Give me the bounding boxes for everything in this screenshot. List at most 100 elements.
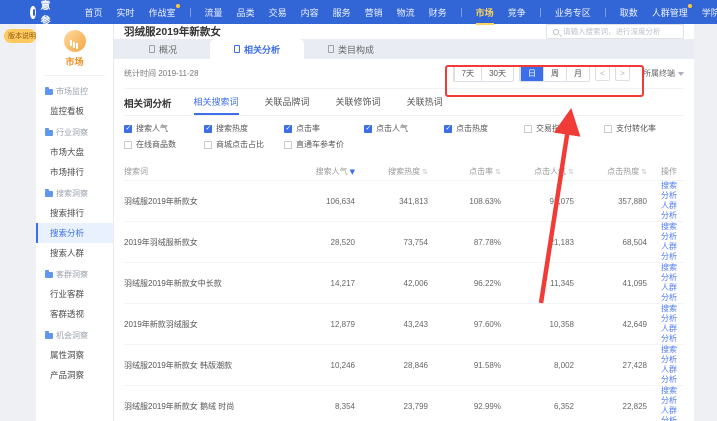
metric-checkbox[interactable]: 商城点击占比: [204, 139, 284, 150]
search-analysis-link[interactable]: 搜索分析: [661, 263, 684, 283]
metric-checkbox[interactable]: 点击率: [284, 123, 364, 134]
metric-checkbox[interactable]: 交易指数: [524, 123, 604, 134]
nav-item[interactable]: 物流: [397, 6, 415, 19]
column-label: 操作: [661, 166, 677, 177]
terminal-filter[interactable]: 所属终端: [643, 68, 684, 79]
sidebar-item[interactable]: 客群透视: [36, 304, 113, 324]
nav-item[interactable]: 内容: [301, 6, 319, 19]
metric-label: 搜索人气: [136, 123, 168, 134]
brand[interactable]: 生意参谋: [30, 0, 59, 42]
sidebar-item[interactable]: 市场排行: [36, 162, 113, 182]
chevron-down-icon: [678, 72, 684, 76]
folder-icon: [45, 130, 53, 136]
sidebar-item[interactable]: 行业客群: [36, 284, 113, 304]
sidebar-item[interactable]: 搜索分析: [36, 223, 113, 243]
column-header[interactable]: 点击热度 ⇅: [574, 166, 647, 177]
crowd-analysis-link[interactable]: 人群分析: [661, 406, 684, 421]
nav-item[interactable]: 学院: [702, 6, 717, 19]
analysis-subtab[interactable]: 关联品牌词: [265, 95, 310, 115]
sidebar-item-label: 客群透视: [50, 308, 84, 320]
crowd-analysis-link[interactable]: 人群分析: [661, 324, 684, 344]
nav-item[interactable]: 人群管理: [652, 6, 688, 19]
nav-item[interactable]: 服务: [333, 6, 351, 19]
range-button[interactable]: 30天: [481, 66, 513, 81]
search-analysis-link[interactable]: 搜索分析: [661, 222, 684, 242]
sidebar-item[interactable]: 监控看板: [36, 101, 113, 121]
table-row: 羽绒服2019年新款女 鹅绒 时尚 8,354 23,799 92.99% 6,…: [124, 385, 684, 421]
main-tab[interactable]: 类目构成: [304, 39, 398, 59]
nav-item[interactable]: 流量: [205, 6, 223, 19]
next-period-button[interactable]: >: [615, 66, 630, 81]
nav-item[interactable]: 财务: [429, 6, 447, 19]
metric-checkbox[interactable]: 支付转化率: [604, 123, 684, 134]
checkbox-icon: [444, 125, 452, 133]
crowd-analysis-link[interactable]: 人群分析: [661, 242, 684, 262]
folder-icon: [45, 272, 53, 278]
search-input[interactable]: [563, 27, 677, 36]
nav-item[interactable]: 交易: [269, 6, 287, 19]
sidebar-item[interactable]: 搜索人群: [36, 243, 113, 263]
crowd-analysis-link[interactable]: 人群分析: [661, 283, 684, 303]
metric-checkbox[interactable]: 点击热度: [444, 123, 524, 134]
cell-click-rate: 91.58%: [428, 361, 501, 370]
nav-item[interactable]: 市场: [476, 6, 494, 19]
cell-click-popularity: 91,075: [501, 197, 574, 206]
range-button-group: 7天 30天: [453, 65, 514, 82]
nav-item[interactable]: 营销: [365, 6, 383, 19]
sidebar-item[interactable]: 产品洞察: [36, 365, 113, 385]
range-button[interactable]: 7天: [454, 66, 481, 81]
search-analysis-link[interactable]: 搜索分析: [661, 386, 684, 406]
nav-item[interactable]: 竞争: [508, 6, 526, 19]
cell-search-heat: 23,799: [355, 402, 428, 411]
metric-checkbox[interactable]: 搜索热度: [204, 123, 284, 134]
analysis-subtab[interactable]: 关联修饰词: [336, 95, 381, 115]
column-header[interactable]: 点击率 ⇅: [428, 166, 501, 177]
sidebar-item[interactable]: 属性洞察: [36, 345, 113, 365]
sidebar-item: 机会洞察: [36, 326, 113, 345]
nav-item: [605, 8, 606, 17]
granularity-button[interactable]: 日: [520, 66, 543, 81]
cell-actions: 搜索分析 人群分析: [647, 304, 684, 344]
crowd-analysis-link[interactable]: 人群分析: [661, 201, 684, 221]
column-header[interactable]: 操作: [647, 166, 684, 177]
sidebar-item[interactable]: 市场大盘: [36, 142, 113, 162]
analysis-subtab[interactable]: 关联热词: [407, 95, 443, 115]
tab-label: 类目构成: [338, 43, 374, 56]
granularity-button[interactable]: 周: [543, 66, 566, 81]
cell-keyword: 羽绒服2019年新款女: [124, 196, 282, 207]
sidebar-item[interactable]: 搜索排行: [36, 203, 113, 223]
column-header[interactable]: 搜索热度 ⇅: [355, 166, 428, 177]
nav-item[interactable]: 实时: [117, 6, 135, 19]
cell-keyword: 羽绒服2019年新款女 鹅绒 时尚: [124, 401, 282, 412]
folder-icon: [45, 333, 53, 339]
metric-checkbox[interactable]: 直通车参考价: [284, 139, 364, 150]
nav-item[interactable]: 作战室: [149, 6, 176, 19]
nav-item[interactable]: 首页: [85, 6, 103, 19]
checkbox-icon: [364, 125, 372, 133]
granularity-button[interactable]: 月: [566, 66, 589, 81]
column-header[interactable]: 点击人气 ⇅: [501, 166, 574, 177]
search-analysis-link[interactable]: 搜索分析: [661, 304, 684, 324]
metric-checkbox[interactable]: 点击人气: [364, 123, 444, 134]
main-tab[interactable]: 相关分析: [210, 39, 304, 59]
column-header[interactable]: 搜索词: [124, 166, 282, 177]
analysis-header: 相关词分析 相关搜索词 关联品牌词 关联修饰词 关联热词: [124, 89, 684, 116]
top-nav: 生意参谋 首页 实时 作战室 流量 品类 交易 内容 服务 营销: [0, 0, 717, 24]
nav-item: [540, 8, 541, 17]
nav-item[interactable]: 品类: [237, 6, 255, 19]
metric-checkbox[interactable]: 搜索人气: [124, 123, 204, 134]
search-analysis-link[interactable]: 搜索分析: [661, 181, 684, 201]
prev-period-button[interactable]: <: [595, 66, 610, 81]
column-header[interactable]: 搜索人气 ▼: [282, 166, 355, 177]
main-tab[interactable]: 概况: [116, 39, 210, 59]
market-module-icon: [64, 30, 86, 52]
metric-label: 搜索热度: [216, 123, 248, 134]
nav-item[interactable]: 取数: [620, 6, 638, 19]
crowd-analysis-link[interactable]: 人群分析: [661, 365, 684, 385]
metric-checkbox[interactable]: 在线商品数: [124, 139, 204, 150]
analysis-subtab[interactable]: 相关搜索词: [194, 95, 239, 115]
cell-search-popularity: 8,354: [282, 402, 355, 411]
nav-item[interactable]: 业务专区: [555, 6, 591, 19]
search-analysis-link[interactable]: 搜索分析: [661, 345, 684, 365]
metric-label: 支付转化率: [616, 123, 656, 134]
